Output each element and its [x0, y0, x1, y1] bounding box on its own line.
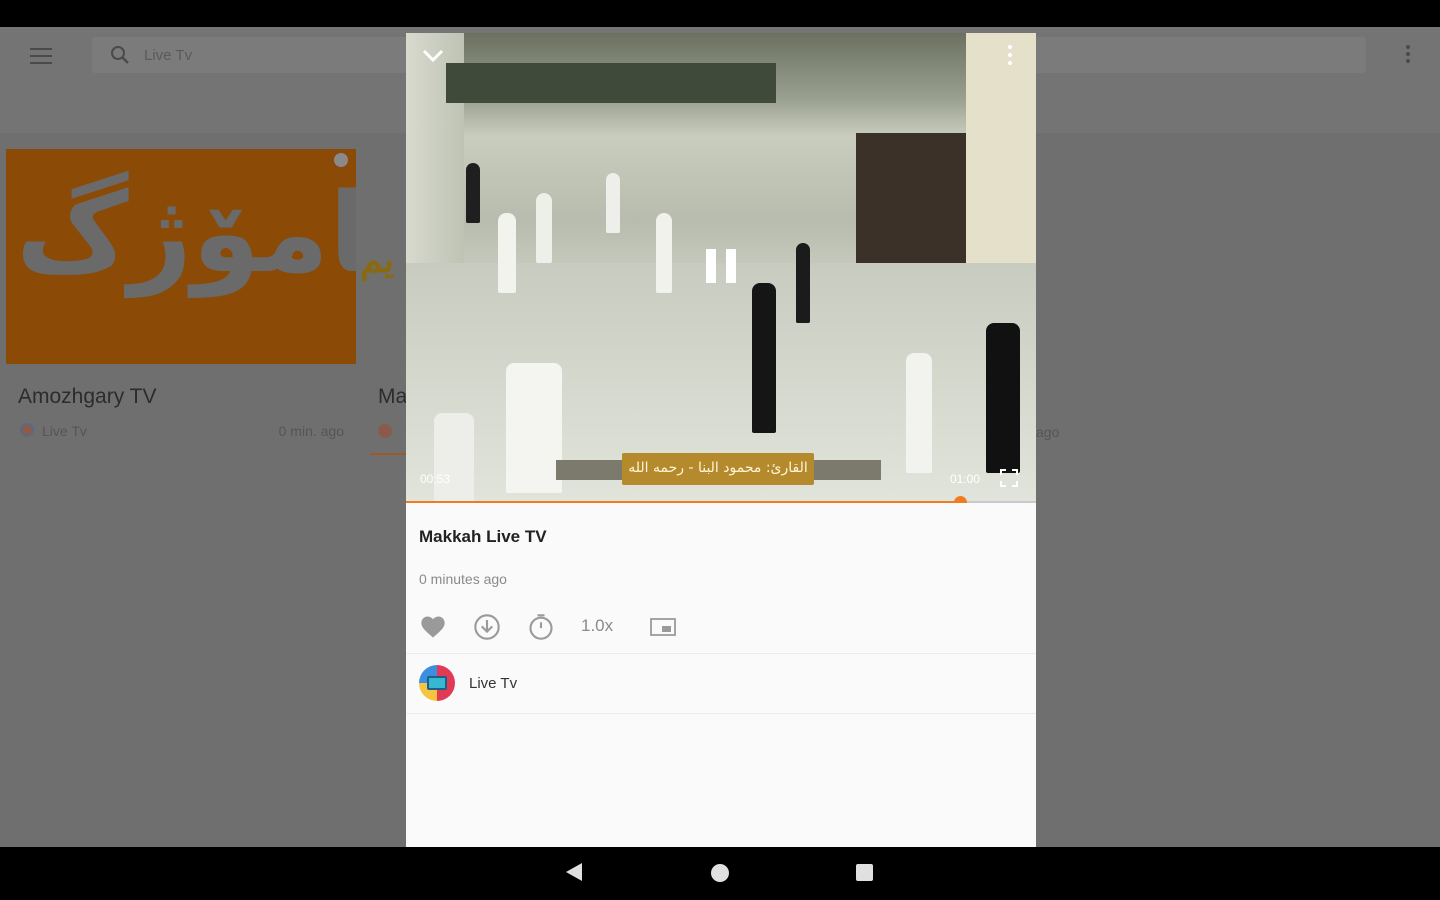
- search-icon: [111, 46, 129, 64]
- seek-bar-fill: [406, 501, 961, 503]
- divider: [406, 713, 1036, 714]
- card-thumbnail[interactable]: ئامۆژگ: [6, 149, 356, 364]
- video-scene: [906, 353, 932, 473]
- card3-time: ago: [1036, 424, 1060, 440]
- channel-avatar[interactable]: [419, 665, 455, 701]
- video-player-panel: القارئ: محمود البنا - رحمه الله 00:53 01…: [406, 33, 1036, 847]
- back-icon[interactable]: [566, 863, 582, 881]
- playback-speed-button[interactable]: 1.0x: [581, 616, 613, 636]
- pip-icon[interactable]: [649, 613, 677, 641]
- channel-name[interactable]: Live Tv: [469, 675, 517, 692]
- chevron-down-icon[interactable]: [420, 45, 446, 65]
- video-scene: [656, 213, 672, 293]
- card2-thumbnail-text: يم: [360, 239, 394, 280]
- video-scene: [796, 243, 810, 323]
- video-scene: [434, 413, 474, 503]
- video-title: Makkah Live TV: [419, 527, 547, 546]
- seek-bar[interactable]: [406, 496, 1036, 503]
- close-icon[interactable]: [334, 153, 348, 167]
- recents-icon[interactable]: [856, 864, 873, 881]
- video-posted-time: 0 minutes ago: [419, 571, 507, 587]
- pause-icon[interactable]: [706, 249, 736, 283]
- channel-icon: [20, 423, 34, 437]
- download-icon[interactable]: [473, 613, 501, 641]
- android-nav-bar: [0, 847, 1440, 900]
- video-scene: [752, 283, 776, 433]
- video-scene: [606, 173, 620, 233]
- total-time: 01:00: [950, 472, 981, 486]
- video-scene: [986, 323, 1020, 473]
- thumbnail-logo-text: ئامۆژگ: [16, 169, 356, 297]
- elapsed-time: 00:53: [420, 472, 451, 486]
- search-input[interactable]: Live Tv: [144, 47, 192, 64]
- heart-icon[interactable]: [419, 613, 447, 641]
- video-scene: [856, 133, 976, 283]
- video-scene: [814, 460, 881, 480]
- video-caption-banner: القارئ: محمود البنا - رحمه الله: [556, 453, 881, 485]
- card-channel: Live Tv: [42, 423, 87, 439]
- timer-icon[interactable]: [527, 613, 555, 641]
- video-frame[interactable]: القارئ: محمود البنا - رحمه الله 00:53 01…: [406, 33, 1036, 503]
- app-background: Live Tv ئامۆژگ Amozhgary TV Live Tv 0 mi…: [0, 27, 1440, 847]
- video-scene: [536, 193, 552, 263]
- more-vert-icon[interactable]: [1008, 45, 1012, 67]
- home-icon[interactable]: [711, 864, 729, 882]
- more-vert-icon[interactable]: [1406, 45, 1410, 65]
- tv-icon: [427, 676, 447, 690]
- video-scene: [466, 163, 480, 223]
- status-bar: [0, 0, 1440, 27]
- menu-icon[interactable]: [30, 48, 52, 64]
- video-card[interactable]: ئامۆژگ Amozhgary TV Live Tv 0 min. ago: [6, 149, 356, 453]
- card-title[interactable]: Amozhgary TV: [18, 385, 157, 409]
- caption-text: القارئ: محمود البنا - رحمه الله: [628, 460, 808, 476]
- divider: [406, 653, 1036, 654]
- fullscreen-icon[interactable]: [1000, 469, 1018, 487]
- video-scene: [446, 63, 776, 103]
- card2-title[interactable]: Ma: [378, 385, 407, 409]
- channel-icon: [378, 424, 392, 438]
- card-time: 0 min. ago: [278, 423, 344, 439]
- video-scene: [556, 460, 622, 480]
- video-scene: [498, 213, 516, 293]
- video-scene: [506, 363, 562, 493]
- card2-progress: [370, 453, 406, 455]
